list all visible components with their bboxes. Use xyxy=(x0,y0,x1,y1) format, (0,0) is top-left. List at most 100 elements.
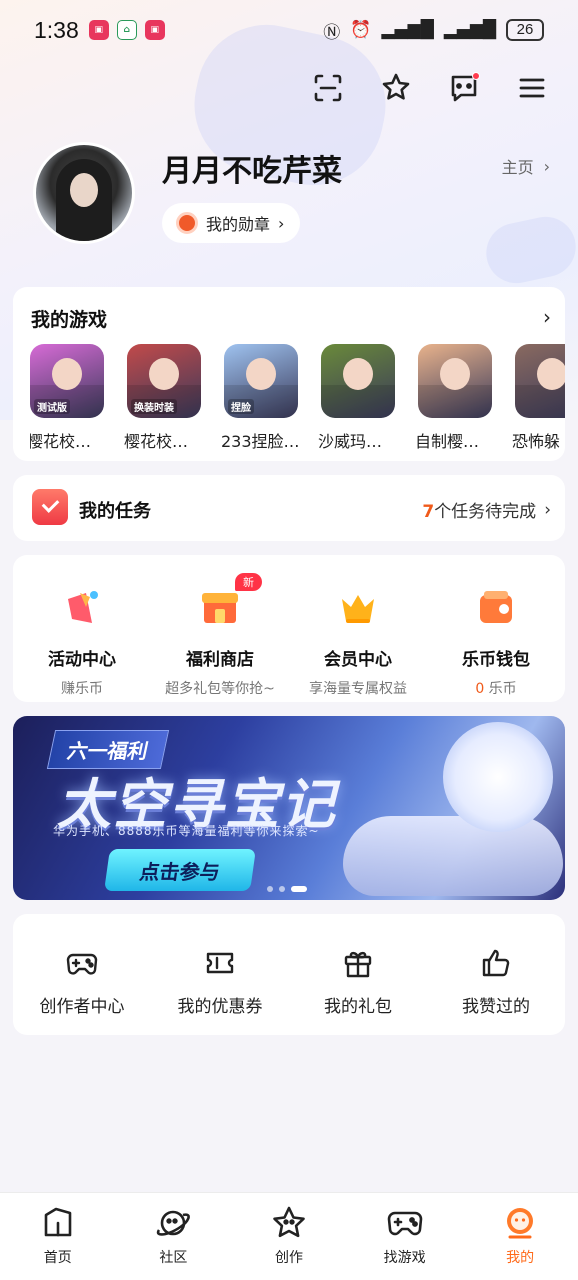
feature-title: 乐币钱包 xyxy=(462,650,530,670)
username: 月月不吃芹菜 xyxy=(162,154,342,189)
notification-home-icon: ⌂ xyxy=(116,20,137,40)
my-games-card: 我的游戏 › 测试版 樱花校… 换装时装 樱花校… 捏脸 233捏脸… 沙威玛… 自制樱… 恐怖… xyxy=(13,287,565,461)
chevron-right-icon: › xyxy=(278,213,285,233)
nfc-icon: Ⓝ xyxy=(323,22,341,43)
status-indicators: Ⓝ ⏰ ▂▄▆█ ▂▄▆█ 26 xyxy=(323,18,544,43)
header-actions xyxy=(310,70,550,106)
homepage-link[interactable]: 主页 › xyxy=(502,154,550,178)
game-character xyxy=(246,358,276,390)
shop-icon xyxy=(198,585,242,629)
game-icon xyxy=(515,344,565,418)
decor-gamepad-small xyxy=(480,211,578,289)
my-tasks-card[interactable]: 我的任务 7个任务待完成 › xyxy=(13,475,565,541)
tool-ticket[interactable]: 我的优惠券 xyxy=(151,914,289,1035)
game-character xyxy=(537,358,565,390)
game-name: 樱花校… xyxy=(30,432,92,451)
nav-label: 首页 xyxy=(43,1250,72,1266)
nav-home[interactable]: 首页 xyxy=(0,1193,116,1280)
nav-label: 找游戏 xyxy=(383,1250,426,1266)
feature-crown[interactable]: 会员中心 享海量专属权益 xyxy=(289,555,427,702)
messages-icon[interactable] xyxy=(446,70,482,106)
favorites-star-icon[interactable] xyxy=(378,70,414,106)
chevron-right-icon: › xyxy=(544,499,551,520)
tool-gamepad[interactable]: 创作者中心 xyxy=(13,914,151,1035)
feature-shop[interactable]: 新福利商店超多礼包等你抢~ xyxy=(151,555,289,702)
tools-card: 创作者中心 我的优惠券 我的礼包 我赞过的 xyxy=(13,914,565,1035)
game-item[interactable]: 沙威玛… xyxy=(318,344,395,452)
game-name: 自制樱… xyxy=(415,432,480,451)
signal-icon-2: ▂▄▆█ xyxy=(443,20,496,40)
nav-star[interactable]: 创作 xyxy=(231,1193,347,1280)
menu-icon[interactable] xyxy=(514,70,550,106)
game-name: 233捏脸… xyxy=(221,432,300,451)
carousel-dot xyxy=(291,886,307,892)
activity-icon xyxy=(60,585,104,629)
planet-icon xyxy=(153,1203,193,1243)
chevron-right-icon[interactable]: › xyxy=(543,305,551,329)
game-character xyxy=(440,358,470,390)
games-row: 测试版 樱花校… 换装时装 樱花校… 捏脸 233捏脸… 沙威玛… 自制樱… 恐怖躲 xyxy=(30,344,565,452)
game-icon: 换装时装 xyxy=(127,344,201,418)
banner-subtitle: 华为手机、8888乐币等海量福利等你来探索~ xyxy=(53,824,320,838)
coin-balance: 0 xyxy=(475,681,485,697)
unread-dot xyxy=(472,72,480,80)
game-name: 樱花校… xyxy=(124,432,189,451)
chevron-right-icon: › xyxy=(543,156,550,176)
tasks-title: 我的任务 xyxy=(79,501,151,522)
game-icon-tag: 测试版 xyxy=(34,399,70,414)
game-name: 恐怖躲 xyxy=(512,432,561,451)
game-character xyxy=(343,358,373,390)
profile-icon xyxy=(500,1203,540,1243)
game-character xyxy=(52,358,82,390)
nav-label: 我的 xyxy=(506,1250,535,1266)
game-item[interactable]: 捏脸 233捏脸… xyxy=(221,344,300,452)
astronaut-character-graphic xyxy=(443,722,553,832)
homepage-label: 主页 xyxy=(501,158,534,177)
coin-unit: 乐币 xyxy=(484,681,517,697)
game-item[interactable]: 测试版樱花校… xyxy=(30,344,104,452)
game-icon-shade xyxy=(515,384,565,418)
new-badge: 新 xyxy=(235,573,262,591)
status-time: 1:38 xyxy=(34,16,79,43)
calendar-check-icon xyxy=(32,489,68,525)
feature-activity[interactable]: 活动中心 赚乐币 xyxy=(13,555,151,702)
bottom-navigation: 首页 社区 创作 找游戏 我的 xyxy=(0,1192,578,1280)
tool-gift[interactable]: 我的礼包 xyxy=(289,914,427,1035)
nav-planet[interactable]: 社区 xyxy=(116,1193,232,1280)
alarm-icon: ⏰ xyxy=(350,20,372,40)
features-card: 活动中心 赚乐币新福利商店 超多礼包等你抢~ 会员中心 享海量专属权益 乐币钱包 0 乐币 xyxy=(13,555,565,702)
avatar[interactable] xyxy=(33,142,135,244)
game-icon-tag: 捏脸 xyxy=(228,399,254,414)
star-icon xyxy=(269,1203,309,1243)
nav-profile[interactable]: 我的 xyxy=(462,1193,578,1280)
notification-app-icon: ▣ xyxy=(88,20,109,40)
game-icon: 测试版 xyxy=(30,344,104,418)
status-bar: 1:38 ▣ ⌂ ▣ Ⓝ ⏰ ▂▄▆█ ▂▄▆█ 26 xyxy=(0,0,578,60)
tasks-suffix: 个任务待完成 xyxy=(434,502,537,522)
spaceship-graphic xyxy=(343,816,563,896)
tool-label: 我的优惠券 xyxy=(177,997,263,1017)
tool-label: 我赞过的 xyxy=(462,997,530,1017)
tasks-count: 7 xyxy=(422,502,435,522)
nav-gamepad[interactable]: 找游戏 xyxy=(347,1193,463,1280)
scan-icon[interactable] xyxy=(310,70,346,106)
tool-thumbs-up[interactable]: 我赞过的 xyxy=(427,914,565,1035)
feature-title: 福利商店 xyxy=(186,650,254,670)
promo-banner[interactable]: 六一福利 太空寻宝记 华为手机、8888乐币等海量福利等你来探索~ 点击参与 xyxy=(13,716,565,900)
game-icon: 捏脸 xyxy=(224,344,298,418)
medal-label: 我的勋章 xyxy=(206,215,271,234)
banner-join-button[interactable]: 点击参与 xyxy=(104,849,256,891)
carousel-dot xyxy=(279,886,285,892)
game-item[interactable]: 恐怖躲 xyxy=(512,344,565,452)
game-item[interactable]: 自制樱… xyxy=(415,344,492,452)
thumbs-up-icon xyxy=(479,946,513,980)
gamepad-icon xyxy=(385,1203,425,1243)
ticket-icon xyxy=(203,946,237,980)
feature-wallet[interactable]: 乐币钱包 0 乐币 xyxy=(427,555,565,702)
medal-button[interactable]: 我的勋章 › xyxy=(162,203,301,243)
nav-label: 社区 xyxy=(159,1250,188,1266)
avatar-face xyxy=(70,173,98,207)
signal-icon: ▂▄▆█ xyxy=(381,20,434,40)
game-item[interactable]: 换装时装樱花校… xyxy=(124,344,201,452)
feature-subtitle: 超多礼包等你抢~ xyxy=(165,681,275,697)
